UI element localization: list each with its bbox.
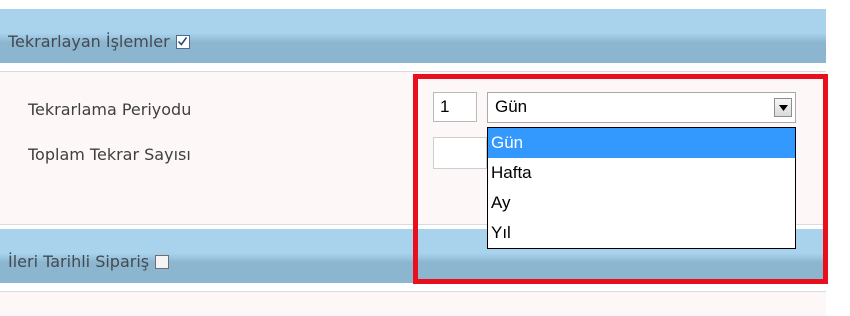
period-label: Tekrarlama Periyodu [28,100,192,119]
dropdown-option[interactable]: Gün [488,128,795,158]
chevron-down-icon [778,104,788,111]
section-title-recurring: Tekrarlayan İşlemler [8,32,190,51]
section-header-recurring: Tekrarlayan İşlemler [0,9,826,63]
section-title-future-order: İleri Tarihli Sipariş [8,252,170,271]
future-order-checkbox[interactable] [155,254,170,269]
total-count-input[interactable] [433,137,487,169]
period-unit-select[interactable]: Gün [487,92,796,123]
total-count-label: Toplam Tekrar Sayısı [28,145,191,164]
period-unit-dropdown-list: Gün Hafta Ay Yıl [487,127,796,249]
recurring-checkbox[interactable] [175,34,190,49]
dropdown-option[interactable]: Hafta [488,158,795,188]
dropdown-arrow-button[interactable] [774,98,792,117]
section-title-recurring-label: Tekrarlayan İşlemler [8,32,170,51]
future-order-panel [0,291,826,316]
section-title-future-order-label: İleri Tarihli Sipariş [8,252,150,271]
period-value-input[interactable]: 1 [433,92,477,122]
period-unit-selected-value: Gün [495,97,528,116]
dropdown-option[interactable]: Yıl [488,218,795,248]
checkmark-icon [178,37,188,46]
dropdown-option[interactable]: Ay [488,188,795,218]
